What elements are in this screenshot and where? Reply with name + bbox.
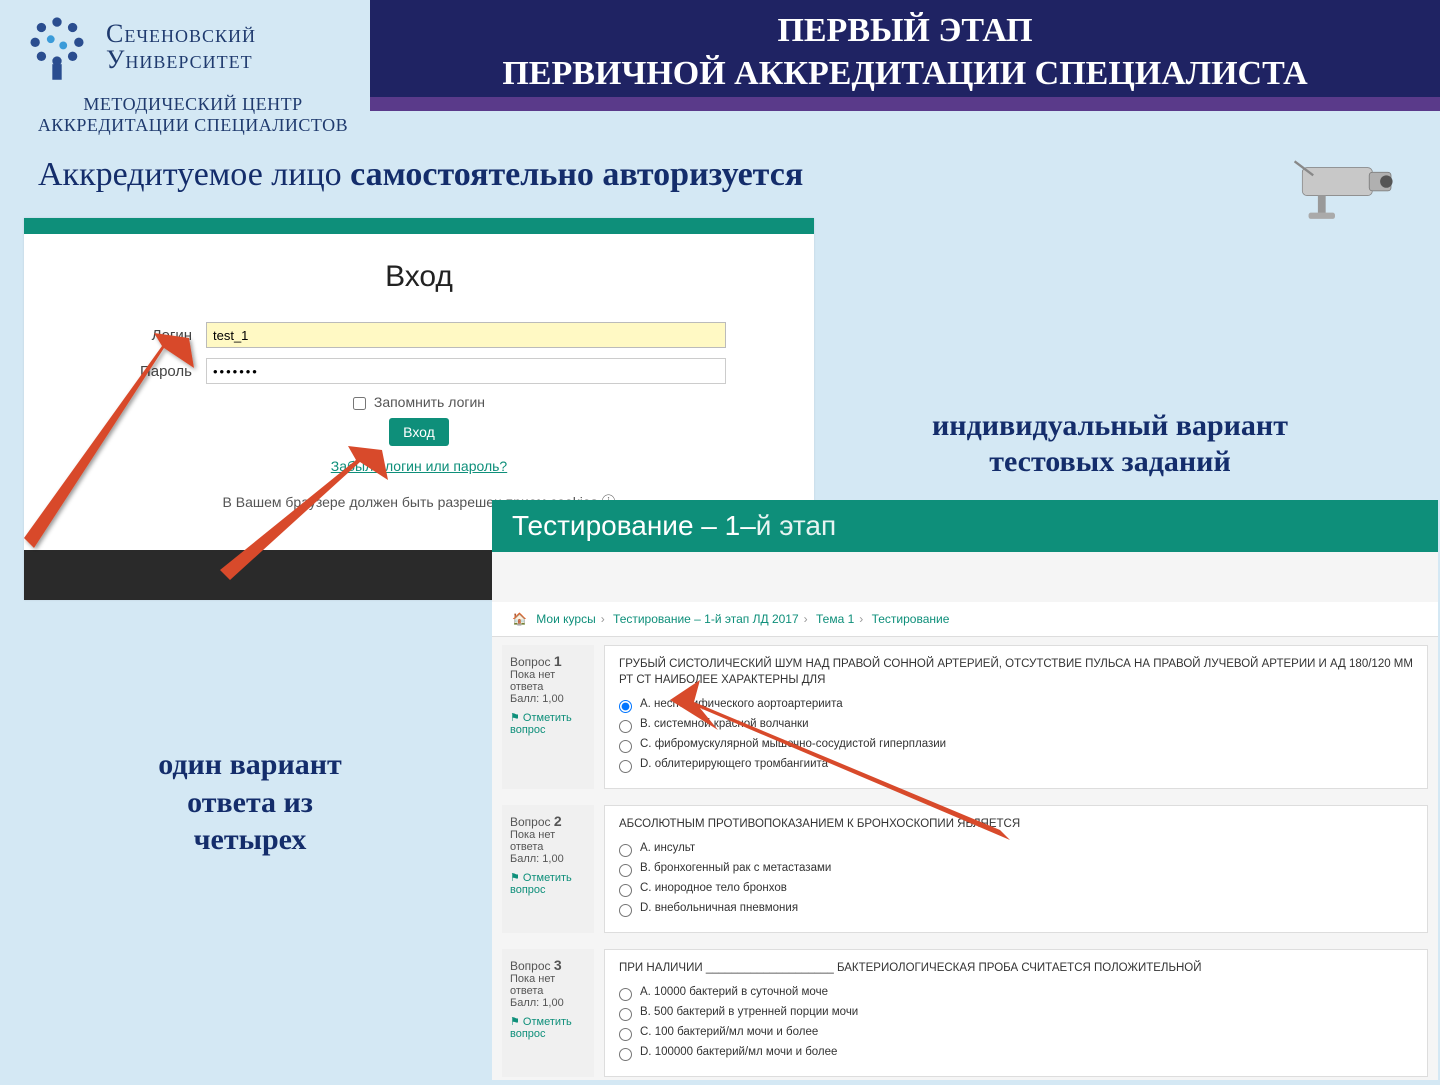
login-submit-button[interactable]: Вход: [389, 418, 449, 446]
question-score: Балл: 1,00: [510, 997, 586, 1009]
answer-option[interactable]: C. инородное тело бронхов: [619, 882, 1413, 897]
answer-option[interactable]: A. неспецифического аортоартериита: [619, 698, 1413, 713]
question-sidebar: Вопрос 2Пока нет ответаБалл: 1,00 ⚑ Отмет…: [502, 805, 594, 933]
main-caption-bold: самостоятельно авторизуется: [350, 156, 803, 193]
answer-option[interactable]: D. 100000 бактерий/мл мочи и более: [619, 1046, 1413, 1061]
slide-title-line2: ПЕРВИЧНОЙ АККРЕДИТАЦИИ СПЕЦИАЛИСТА: [370, 53, 1440, 96]
crumb-4[interactable]: Тестирование: [872, 612, 950, 626]
answer-label: C. 100 бактерий/мл мочи и более: [640, 1026, 818, 1038]
main-caption-plain: Аккредитуемое лицо: [38, 156, 350, 193]
login-label: Логин: [112, 327, 192, 344]
question-status: Пока нет ответа: [510, 829, 586, 853]
login-heading: Вход: [64, 260, 774, 294]
question-body: ГРУБЫЙ СИСТОЛИЧЕСКИЙ ШУМ НАД ПРАВОЙ СОНН…: [604, 645, 1428, 789]
university-logo-block: Сеченовский Университет МЕТОДИЧЕСКИЙ ЦЕН…: [18, 8, 368, 136]
answer-label: D. 100000 бактерий/мл мочи и более: [640, 1046, 837, 1058]
answer-radio[interactable]: [619, 988, 632, 1001]
answer-label: B. бронхогенный рак с метастазами: [640, 862, 831, 874]
question-number: Вопрос 2: [510, 813, 586, 829]
password-input[interactable]: [206, 358, 726, 384]
caption-one-answer: один вариант ответа из четырех: [70, 746, 430, 859]
slide-title-band: ПЕРВЫЙ ЭТАП ПЕРВИЧНОЙ АККРЕДИТАЦИИ СПЕЦИ…: [370, 0, 1440, 97]
answer-label: D. облитерирующего тромбангиита: [640, 758, 828, 770]
answer-radio[interactable]: [619, 700, 632, 713]
remember-row: Запомнить логин: [64, 394, 774, 410]
answer-label: B. системной красной волчанки: [640, 718, 809, 730]
answer-label: D. внебольничная пневмония: [640, 902, 798, 914]
test-screenshot: Тестирование – 1–й этап 🏠 Мои курсы› Тес…: [492, 500, 1438, 1080]
home-icon[interactable]: 🏠: [512, 612, 527, 626]
test-header: Тестирование – 1–й этап: [492, 500, 1438, 552]
login-topbar: [24, 218, 814, 234]
question-status: Пока нет ответа: [510, 973, 586, 997]
question-body: ПРИ НАЛИЧИИ ____________________ БАКТЕРИ…: [604, 949, 1428, 1077]
question-text: ГРУБЫЙ СИСТОЛИЧЕСКИЙ ШУМ НАД ПРАВОЙ СОНН…: [619, 656, 1413, 688]
answer-label: C. фибромускулярной мышечно-сосудистой г…: [640, 738, 946, 750]
question-sidebar: Вопрос 1Пока нет ответаБалл: 1,00 ⚑ Отмет…: [502, 645, 594, 789]
answer-option[interactable]: C. 100 бактерий/мл мочи и более: [619, 1026, 1413, 1041]
answer-radio[interactable]: [619, 720, 632, 733]
answer-radio[interactable]: [619, 740, 632, 753]
answer-radio[interactable]: [619, 1028, 632, 1041]
flag-question-link[interactable]: ⚑ Отметить вопрос: [510, 711, 586, 736]
test-header-bold: Тестирование – 1–: [512, 510, 756, 541]
flag-question-link[interactable]: ⚑ Отметить вопрос: [510, 871, 586, 896]
logo-subtitle-line2: АККРЕДИТАЦИИ СПЕЦИАЛИСТОВ: [18, 115, 368, 136]
caption-individual-variant: индивидуальный вариант тестовых заданий: [840, 408, 1380, 480]
answer-radio[interactable]: [619, 864, 632, 877]
answer-option[interactable]: B. 500 бактерий в утренней порции мочи: [619, 1006, 1413, 1021]
answer-label: A. 10000 бактерий в суточной моче: [640, 986, 828, 998]
crumb-2[interactable]: Тестирование – 1-й этап ЛД 2017: [613, 612, 799, 626]
answer-option[interactable]: D. облитерирующего тромбангиита: [619, 758, 1413, 773]
answer-label: A. инсульт: [640, 842, 695, 854]
main-caption: Аккредитуемое лицо самостоятельно автори…: [38, 156, 803, 194]
remember-checkbox[interactable]: [353, 397, 366, 410]
flag-question-link[interactable]: ⚑ Отметить вопрос: [510, 1015, 586, 1040]
answer-radio[interactable]: [619, 1008, 632, 1021]
breadcrumb: 🏠 Мои курсы› Тестирование – 1-й этап ЛД …: [492, 602, 1438, 637]
answer-option[interactable]: D. внебольничная пневмония: [619, 902, 1413, 917]
cctv-camera-icon: [1294, 152, 1404, 222]
answer-option[interactable]: C. фибромускулярной мышечно-сосудистой г…: [619, 738, 1413, 753]
question-status: Пока нет ответа: [510, 669, 586, 693]
password-label: Пароль: [112, 363, 192, 380]
crumb-3[interactable]: Тема 1: [816, 612, 854, 626]
crumb-1[interactable]: Мои курсы: [536, 612, 595, 626]
answer-option[interactable]: A. инсульт: [619, 842, 1413, 857]
question-text: АБСОЛЮТНЫМ ПРОТИВОПОКАЗАНИЕМ К БРОНХОСКО…: [619, 816, 1413, 832]
question-number: Вопрос 3: [510, 957, 586, 973]
logo-text-line2: Университет: [106, 45, 256, 75]
answer-radio[interactable]: [619, 884, 632, 897]
question-text: ПРИ НАЛИЧИИ ____________________ БАКТЕРИ…: [619, 960, 1413, 976]
question-block: Вопрос 2Пока нет ответаБалл: 1,00 ⚑ Отмет…: [492, 797, 1438, 941]
answer-option[interactable]: B. бронхогенный рак с метастазами: [619, 862, 1413, 877]
answer-radio[interactable]: [619, 904, 632, 917]
answer-radio[interactable]: [619, 1048, 632, 1061]
login-input[interactable]: [206, 322, 726, 348]
question-block: Вопрос 3Пока нет ответаБалл: 1,00 ⚑ Отмет…: [492, 941, 1438, 1085]
remember-label: Запомнить логин: [374, 394, 485, 410]
answer-option[interactable]: A. 10000 бактерий в суточной моче: [619, 986, 1413, 1001]
answer-label: B. 500 бактерий в утренней порции мочи: [640, 1006, 858, 1018]
answer-label: C. инородное тело бронхов: [640, 882, 787, 894]
question-score: Балл: 1,00: [510, 853, 586, 865]
question-block: Вопрос 1Пока нет ответаБалл: 1,00 ⚑ Отмет…: [492, 637, 1438, 797]
question-number: Вопрос 1: [510, 653, 586, 669]
question-body: АБСОЛЮТНЫМ ПРОТИВОПОКАЗАНИЕМ К БРОНХОСКО…: [604, 805, 1428, 933]
answer-radio[interactable]: [619, 844, 632, 857]
answer-label: A. неспецифического аортоартериита: [640, 698, 843, 710]
slide-title-line1: ПЕРВЫЙ ЭТАП: [370, 10, 1440, 53]
question-score: Балл: 1,00: [510, 693, 586, 705]
answer-radio[interactable]: [619, 760, 632, 773]
forgot-link[interactable]: Забыли логин или пароль?: [64, 458, 774, 474]
test-header-light: й этап: [756, 510, 836, 541]
sechenov-logo-icon: [18, 8, 96, 86]
purple-divider: [370, 97, 1440, 111]
answer-option[interactable]: B. системной красной волчанки: [619, 718, 1413, 733]
question-sidebar: Вопрос 3Пока нет ответаБалл: 1,00 ⚑ Отмет…: [502, 949, 594, 1077]
logo-subtitle-line1: МЕТОДИЧЕСКИЙ ЦЕНТР: [18, 94, 368, 115]
